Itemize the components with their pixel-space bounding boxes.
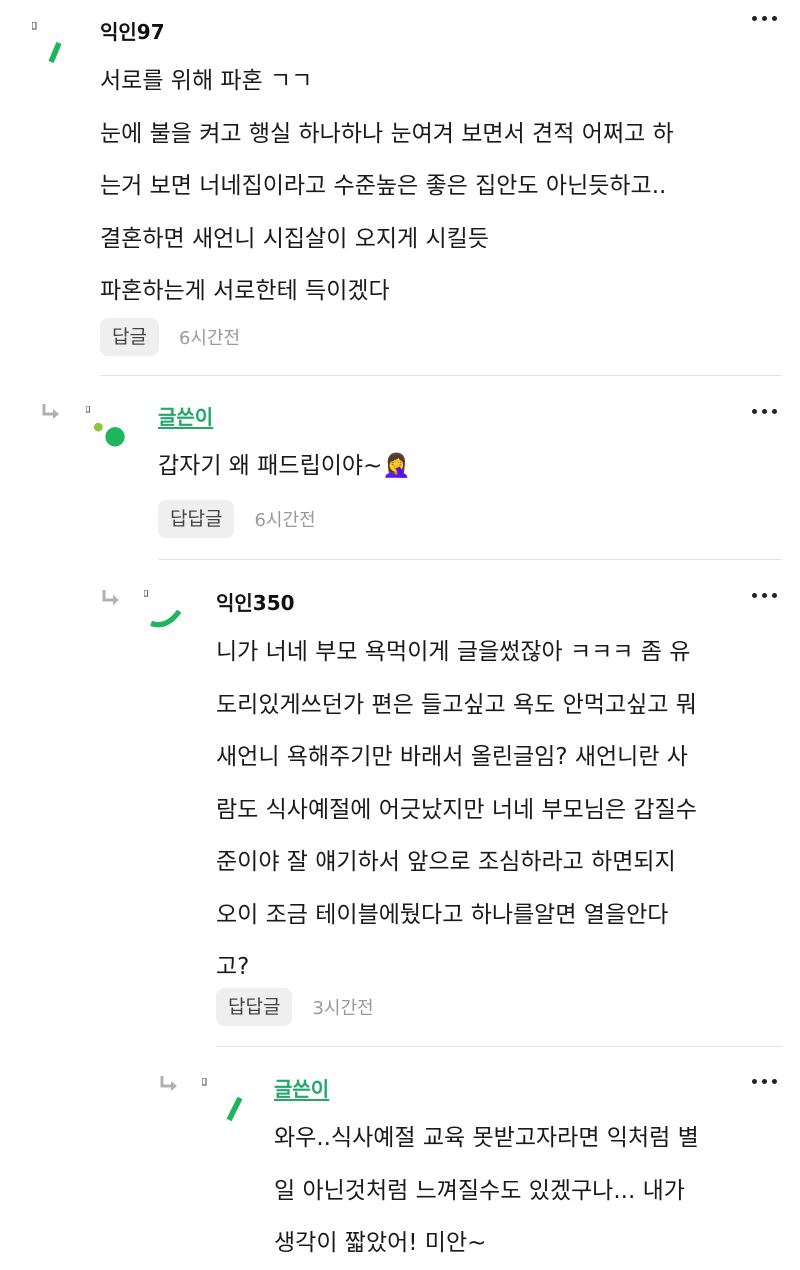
comment-line: 고? [216, 954, 250, 980]
timestamp: 6시간전 [178, 328, 241, 349]
comment-line: 는거 보면 너네집이라고 수준높은 좋은 집안도 아닌듯하고.. [100, 173, 667, 199]
comment-line: 결혼하면 새언니 시집살이 오지게 시킬듯 [100, 225, 489, 252]
user-avatar-icon [32, 22, 62, 64]
reply-button[interactable]: 답글 [100, 318, 159, 356]
comment-line: 오이 조금 테이블에뒀다고 하나를알면 열을안다 [216, 901, 669, 928]
more-options-icon[interactable] [752, 585, 782, 605]
author-nickname[interactable]: 글쓴이 [158, 404, 213, 430]
reply-arrow-icon [102, 590, 119, 605]
comment-line: 갑자기 왜 패드립이야~🤦‍♀️ [158, 453, 411, 479]
divider [100, 375, 782, 376]
comment-body: 서로를 위해 파혼 ㄱㄱ 눈에 불을 켜고 행실 하나하나 눈여겨 보면서 견적… [100, 55, 674, 318]
comment-line: 새언니 욕해주기만 바래서 올린글임? 새언니란 사 [216, 744, 688, 770]
reply-button[interactable]: 답답글 [216, 988, 293, 1026]
comment-line: 람도 식사예절에 어긋났지만 너네 부모님은 갑질수 [216, 796, 697, 823]
comment-line: 눈에 불을 켜고 행실 하나하나 눈여겨 보면서 견적 어쩌고 하 [100, 120, 674, 147]
timestamp: 6시간전 [254, 510, 316, 531]
reply-button[interactable]: 답답글 [158, 500, 235, 538]
user-avatar-icon [86, 406, 125, 447]
timestamp: 3시간전 [312, 998, 374, 1019]
comment-line: 생각이 짧았어! 미안~ [274, 1230, 487, 1256]
author-nickname[interactable]: 글쓴이 [274, 1076, 329, 1102]
comment-line: 준이야 잘 얘기하서 앞으로 조심하라고 하면되지 [216, 849, 676, 875]
comment-body: 니가 너네 부모 욕먹이게 글을썼잖아 ㅋㅋㅋ 좀 유 도리있게쓰던가 편은 들… [216, 626, 697, 994]
nickname[interactable]: 익인97 [100, 19, 165, 45]
more-options-icon[interactable] [752, 401, 782, 421]
comment-line: 파혼하는게 서로한테 득이겠다 [100, 278, 390, 304]
reply-arrow-icon [42, 404, 59, 419]
divider [216, 1046, 782, 1047]
user-avatar-icon [144, 590, 182, 628]
more-options-icon[interactable] [752, 8, 782, 28]
comment-line: 도리있게쓰던가 편은 들고싶고 욕도 안먹고싶고 뭐 [216, 691, 697, 718]
comment-line: 니가 너네 부모 욕먹이게 글을썼잖아 ㅋㅋㅋ 좀 유 [216, 639, 691, 665]
comment-body: 와우..식사예절 교육 못받고자라면 익처럼 별 일 아닌것처럼 느껴질수도 있… [274, 1112, 699, 1270]
comment-line: 일 아닌것처럼 느껴질수도 있겠구나... 내가 [274, 1177, 685, 1204]
comment-line: 서로를 위해 파혼 ㄱㄱ [100, 68, 313, 94]
comment-footer: 답답글 6시간전 [158, 500, 316, 538]
user-avatar-icon [202, 1078, 243, 1122]
comment-line: 와우..식사예절 교육 못받고자라면 익처럼 별 [274, 1125, 699, 1151]
comment-body: 갑자기 왜 패드립이야~🤦‍♀️ [158, 440, 411, 493]
nickname[interactable]: 익인350 [216, 590, 295, 616]
comment-footer: 답글 6시간전 [100, 318, 240, 356]
reply-arrow-icon [160, 1076, 177, 1091]
more-options-icon[interactable] [752, 1071, 782, 1091]
comment-footer: 답답글 3시간전 [216, 988, 374, 1026]
divider [158, 559, 782, 560]
